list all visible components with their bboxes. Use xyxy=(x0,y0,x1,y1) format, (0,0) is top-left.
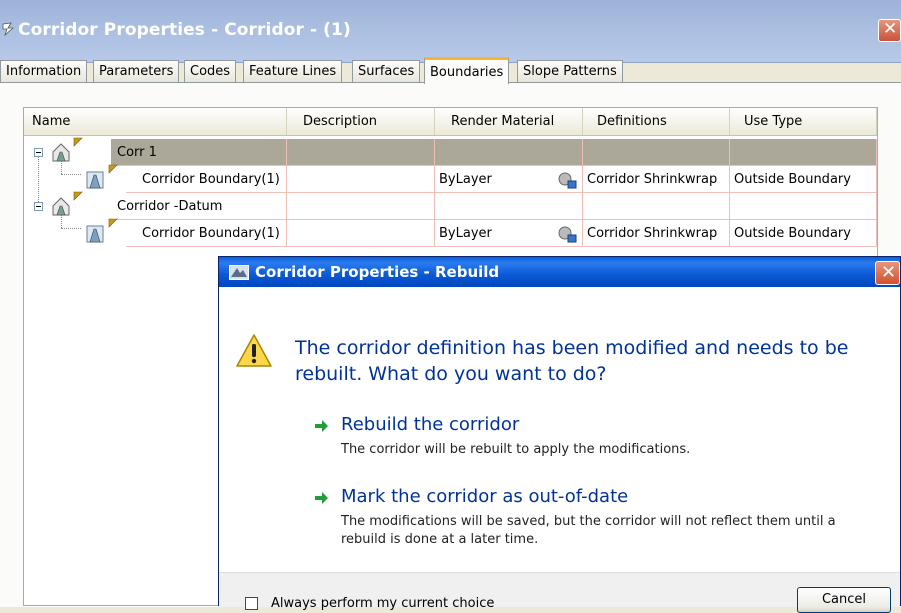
column-header-name[interactable]: Name xyxy=(24,108,287,135)
column-header-render-material[interactable]: Render Material xyxy=(435,108,583,135)
corridor-icon xyxy=(52,197,70,216)
table-row[interactable]: Corridor -Datum xyxy=(24,191,877,220)
option-title: Rebuild the corridor xyxy=(341,414,520,435)
cell-render-material[interactable] xyxy=(435,193,583,220)
rebuild-corridor-option[interactable]: Rebuild the corridor The corridor will b… xyxy=(313,414,883,461)
corridor-icon xyxy=(52,143,70,162)
option-description: The corridor will be rebuilt to apply th… xyxy=(341,442,691,457)
table-row[interactable]: Corr 1 xyxy=(24,137,877,166)
cell-name[interactable]: Corr 1 xyxy=(111,139,287,166)
option-title: Mark the corridor as out-of-date xyxy=(341,486,629,507)
green-arrow-icon xyxy=(315,420,328,432)
flag-icon xyxy=(73,191,83,201)
dialog-title: Corridor Properties - Rebuild xyxy=(255,263,500,281)
cell-render-material[interactable]: ByLayer xyxy=(435,166,583,193)
mark-out-of-date-option[interactable]: Mark the corridor as out-of-date The mod… xyxy=(313,486,883,551)
material-browse-icon[interactable] xyxy=(557,225,577,243)
flag-icon xyxy=(108,218,118,228)
cell-description[interactable] xyxy=(287,139,435,166)
cell-definitions[interactable] xyxy=(583,139,730,166)
boundary-icon xyxy=(86,225,104,243)
table-row[interactable]: Corridor Boundary(1) ByLayer Corridor Sh… xyxy=(24,218,877,247)
tab-surfaces[interactable]: Surfaces xyxy=(352,60,421,82)
dialog-main-instruction: The corridor definition has been modifie… xyxy=(295,337,849,385)
tab-feature-lines[interactable]: Feature Lines xyxy=(243,60,343,82)
render-material-value: ByLayer xyxy=(439,226,492,241)
tab-slope-patterns[interactable]: Slope Patterns xyxy=(517,60,623,82)
main-close-button[interactable]: ✕ xyxy=(878,19,901,42)
dialog-close-button[interactable]: ✕ xyxy=(875,261,900,285)
column-header-definitions[interactable]: Definitions xyxy=(583,108,730,135)
column-header-description[interactable]: Description xyxy=(287,108,435,135)
main-window-title: Corridor Properties - Corridor - (1) xyxy=(18,20,351,40)
column-header-use-type[interactable]: Use Type xyxy=(730,108,877,135)
always-perform-checkbox[interactable] xyxy=(245,597,258,610)
cell-use-type[interactable] xyxy=(730,139,877,166)
tab-parameters[interactable]: Parameters xyxy=(93,60,180,82)
table-row[interactable]: Corridor Boundary(1) ByLayer Corridor Sh… xyxy=(24,164,877,193)
cell-name[interactable]: Corridor -Datum xyxy=(111,193,287,220)
cell-definitions[interactable]: Corridor Shrinkwrap xyxy=(583,220,730,247)
dialog-body: The corridor definition has been modifie… xyxy=(219,287,900,547)
app-icon xyxy=(2,22,14,36)
dialog-titlebar[interactable]: Corridor Properties - Rebuild ✕ xyxy=(219,257,900,287)
main-titlebar: Corridor Properties - Corridor - (1) ✕ xyxy=(0,0,901,63)
cell-use-type[interactable] xyxy=(730,193,877,220)
tab-strip: Information Parameters Codes Feature Lin… xyxy=(0,57,901,84)
flag-icon xyxy=(73,137,83,147)
material-browse-icon[interactable] xyxy=(557,171,577,189)
cell-render-material[interactable]: ByLayer xyxy=(435,220,583,247)
cell-description[interactable] xyxy=(287,166,435,193)
boundary-icon xyxy=(86,171,104,189)
cell-definitions[interactable] xyxy=(583,193,730,220)
green-arrow-icon xyxy=(315,492,328,504)
warning-icon xyxy=(236,334,272,367)
cell-description[interactable] xyxy=(287,193,435,220)
cell-description[interactable] xyxy=(287,220,435,247)
cell-name[interactable]: Corridor Boundary(1) xyxy=(126,166,287,193)
flag-icon xyxy=(108,164,118,174)
dialog-footer: Always perform my current choice Cancel xyxy=(219,572,900,613)
cancel-button[interactable]: Cancel xyxy=(797,587,891,613)
close-icon: ✕ xyxy=(881,262,897,283)
cell-definitions[interactable]: Corridor Shrinkwrap xyxy=(583,166,730,193)
app-icon xyxy=(229,265,249,280)
cell-use-type[interactable]: Outside Boundary xyxy=(730,220,877,247)
cell-use-type[interactable]: Outside Boundary xyxy=(730,166,877,193)
option-description: The modifications will be saved, but the… xyxy=(341,514,836,547)
collapse-toggle[interactable] xyxy=(34,202,43,211)
cell-name[interactable]: Corridor Boundary(1) xyxy=(126,220,287,247)
collapse-toggle[interactable] xyxy=(34,148,43,157)
cell-render-material[interactable] xyxy=(435,139,583,166)
tab-codes[interactable]: Codes xyxy=(184,60,237,82)
tab-information[interactable]: Information xyxy=(0,60,88,82)
rebuild-dialog: Corridor Properties - Rebuild ✕ The corr… xyxy=(218,256,901,613)
grid-header: Name Description Render Material Definit… xyxy=(24,108,877,136)
close-icon: ✕ xyxy=(883,19,898,39)
tab-boundaries[interactable]: Boundaries xyxy=(424,57,510,84)
render-material-value: ByLayer xyxy=(439,172,492,187)
always-perform-label[interactable]: Always perform my current choice xyxy=(271,596,494,611)
